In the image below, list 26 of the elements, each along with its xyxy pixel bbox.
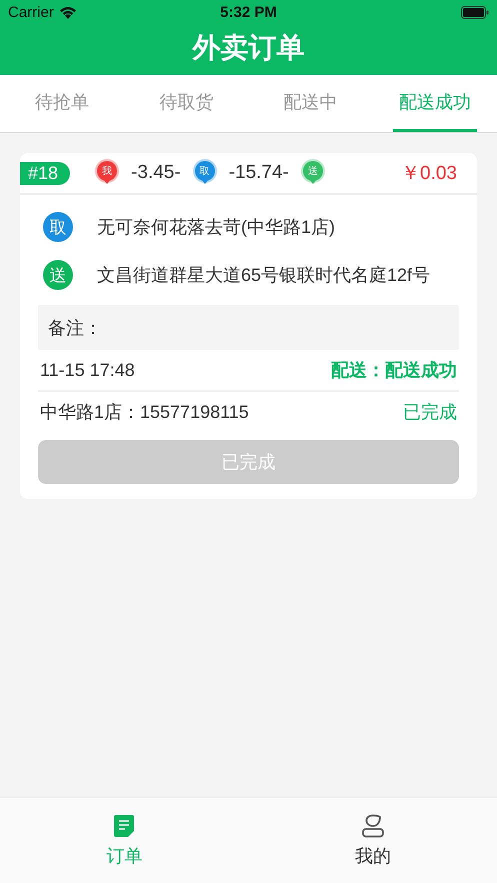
order-number-badge: #18	[20, 162, 70, 184]
address-badge: 取	[43, 212, 73, 242]
page-title: 外卖订单	[191, 31, 306, 65]
address-badge: 送	[43, 260, 73, 290]
address-text: 无可奈何花落去苛(中华路1店)	[97, 216, 335, 239]
tab[interactable]: 待取货	[144, 75, 228, 132]
store-phone: 中华路1店：15577198115	[40, 401, 249, 424]
distance-text: -3.45-	[131, 162, 181, 184]
distance-text: -15.74-	[228, 162, 289, 184]
carrier-name: Carrier	[8, 4, 54, 21]
wifi-icon	[58, 6, 77, 19]
tab[interactable]: 待抢单	[20, 75, 104, 132]
tab[interactable]: 配送成功	[392, 75, 477, 132]
document-icon	[113, 814, 136, 838]
order-time: 11-15 17:48	[40, 360, 135, 380]
bottom-tab[interactable]: 订单	[0, 798, 248, 883]
tab[interactable]: 配送中	[268, 75, 353, 132]
address-text: 文昌街道群星大道65号银联时代名庭12f号	[97, 264, 430, 287]
store-status: 已完成	[403, 401, 457, 424]
battery-icon	[461, 6, 489, 19]
person-icon	[362, 814, 384, 838]
status-time: 5:32 PM	[220, 4, 277, 21]
delivery-status: 配送：配送成功	[331, 359, 457, 382]
order-price: ￥0.03	[401, 162, 457, 186]
bottom-tab[interactable]: 我的	[248, 798, 497, 883]
note-field: 备注：	[38, 305, 459, 350]
